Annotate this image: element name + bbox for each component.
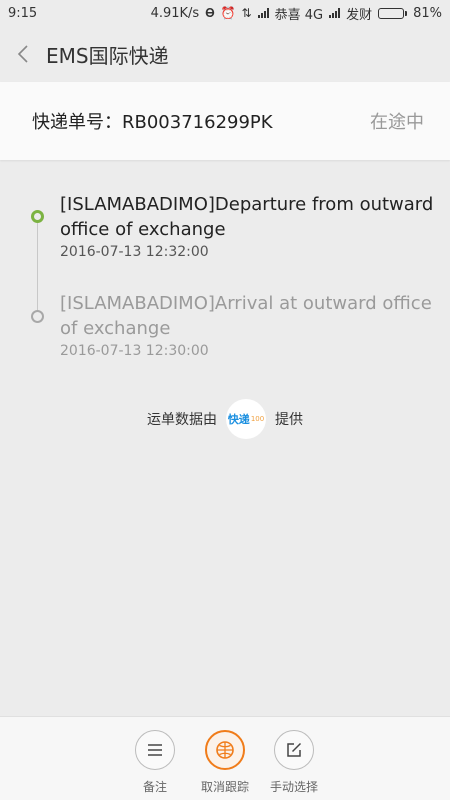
signal-2-icon [329,8,341,18]
timeline-line [37,218,38,316]
bluetooth-icon: 𝚹 [205,5,215,20]
net-speed: 4.91K/s [150,5,200,21]
chevron-left-icon [17,45,28,63]
timeline-dot-icon [31,310,44,323]
tracking-number: 快递单号：RB003716299PK [32,112,273,133]
provider-prefix: 运单数据由 [147,412,217,428]
status-bar: 9:15 4.91K/s 𝚹 ⏰ ⇅ 恭喜 4G 发财 81% [0,0,450,26]
timeline-dot-active-icon [31,210,44,223]
clock: 9:15 [8,5,38,21]
tracking-summary-card: 快递单号：RB003716299PK 在途中 [0,82,450,160]
kuaidi100-logo[interactable]: 快递 100 [226,399,266,439]
carrier-1: 恭喜 4G [274,7,324,23]
bottom-action-bar: 备注 取消跟踪 手动选择 [0,716,450,800]
remark-button[interactable]: 备注 [115,730,195,795]
provider-suffix: 提供 [275,412,303,428]
globe-icon [216,741,234,759]
manual-select-label: 手动选择 [269,780,318,794]
remark-button-circle[interactable] [135,730,175,770]
remark-label: 备注 [142,780,167,794]
edit-icon [287,742,302,757]
alarm-icon: ⏰ [220,6,236,20]
data-provider: 运单数据由 快递 100 提供 [0,398,450,440]
cancel-tracking-label: 取消跟踪 [200,780,249,794]
cancel-tracking-button[interactable]: 取消跟踪 [185,730,265,795]
cancel-tracking-button-circle[interactable] [205,730,245,770]
delivery-status: 在途中 [370,112,424,133]
event-description: [ISLAMABADIMO]Arrival at outward office … [60,293,432,339]
event-time: 2016-07-13 12:30:00 [60,343,209,359]
signal-1-icon [257,8,269,18]
battery-percent: 81% [413,5,442,21]
back-button[interactable] [0,26,46,82]
title-bar: EMS国际快递 [0,26,450,82]
manual-select-button-circle[interactable] [274,730,314,770]
event-time: 2016-07-13 12:32:00 [60,244,209,260]
carrier-2: 发财 [346,7,373,23]
note-lines-icon [148,744,162,756]
battery-icon [378,7,408,19]
data-transfer-icon: ⇅ [241,6,252,20]
event-description: [ISLAMABADIMO]Departure from outward off… [60,194,434,240]
page-title: EMS国际快递 [46,43,169,68]
manual-select-button[interactable]: 手动选择 [254,730,334,795]
